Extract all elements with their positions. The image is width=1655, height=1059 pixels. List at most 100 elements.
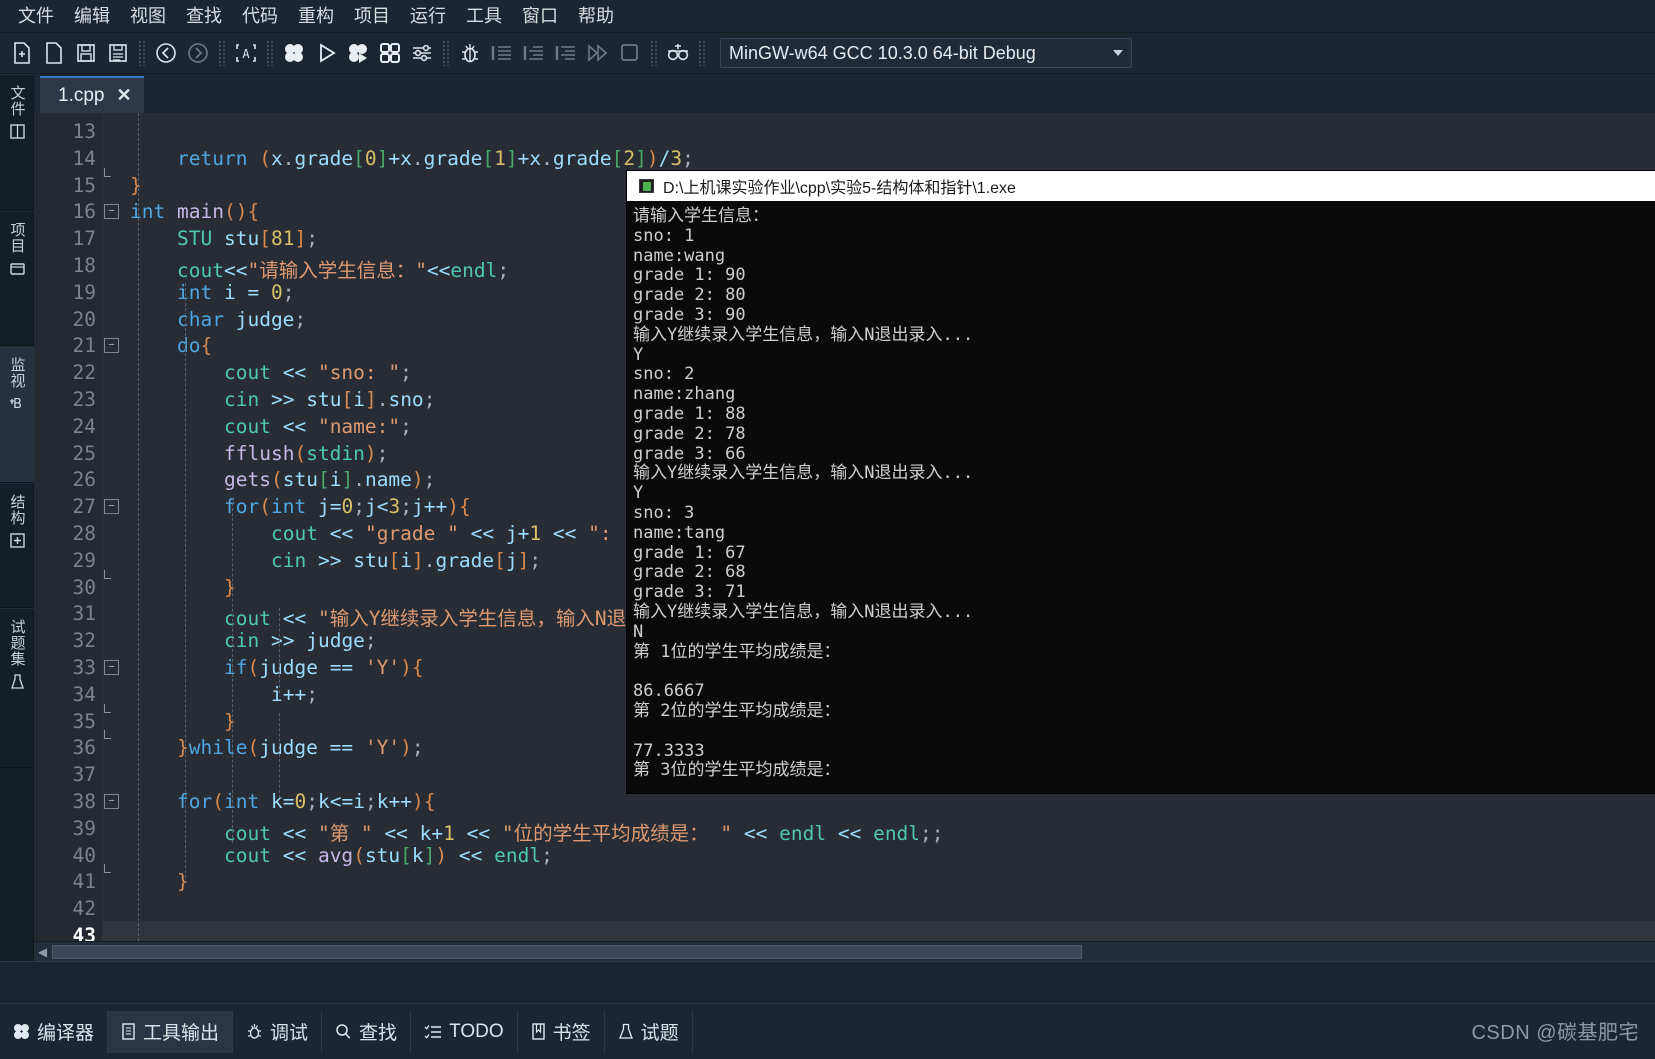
fold-collapse-icon[interactable]: − [104, 204, 119, 220]
fold-end-icon[interactable] [104, 730, 111, 740]
console-title-bar[interactable]: D:\上机课实验作业\cpp\实验5-结构体和指针\1.exe [627, 171, 1655, 201]
fold-collapse-icon[interactable]: − [104, 499, 119, 515]
menu-item-1[interactable]: 编辑 [66, 5, 118, 27]
bug-icon [246, 1023, 263, 1040]
bottom-tab-label: 工具输出 [143, 1023, 220, 1044]
fold-end-icon[interactable] [104, 864, 111, 874]
new-file-icon[interactable] [7, 38, 37, 68]
current-line-highlight [102, 921, 1655, 941]
bottom-tab-TODO[interactable]: TODO [411, 1010, 518, 1053]
fold-collapse-icon[interactable]: − [104, 794, 119, 809]
fold-end-icon[interactable] [104, 167, 111, 177]
bottom-tab-查找[interactable]: 查找 [322, 1010, 412, 1053]
menu-item-8[interactable]: 工具 [458, 5, 510, 27]
bottom-tab-书签[interactable]: 书签 [518, 1010, 605, 1053]
line-number: 35 [72, 709, 96, 733]
step-out-icon[interactable] [551, 38, 581, 68]
fold-end-icon[interactable] [104, 703, 111, 713]
bottom-tab-label: 试题 [640, 1023, 679, 1044]
bottom-tab-编译器[interactable]: 编译器 [0, 1010, 109, 1053]
checklist-icon [424, 1024, 442, 1040]
scrollbar-thumb[interactable] [52, 944, 1082, 959]
code-line: cout << "grade " << j+1 << ": "; [271, 522, 647, 545]
rebuild-icon[interactable] [375, 38, 405, 68]
code-line: STU stu[81]; [177, 227, 318, 251]
line-number: 43 [72, 924, 96, 941]
code-line: char judge; [177, 307, 307, 331]
bottom-tab-试题[interactable]: 试题 [605, 1010, 693, 1053]
compile-icon[interactable] [279, 38, 309, 68]
run-icon[interactable] [311, 38, 341, 68]
indent-guide [279, 608, 280, 693]
back-icon[interactable] [151, 38, 181, 68]
ide-window: 文件 编辑 视图 查找 代码 重构 项目 运行 工具 窗口 帮助 A MinGW… [0, 0, 1655, 1059]
menu-item-2[interactable]: 视图 [122, 5, 174, 27]
editor-horizontal-scrollbar[interactable]: ◀ [34, 941, 1655, 961]
glasses-icon[interactable] [663, 38, 693, 68]
sidebar-item-label: 文件 [8, 85, 26, 117]
menu-item-10[interactable]: 帮助 [570, 5, 622, 27]
sidebar-item-项目[interactable]: 项目 [0, 211, 34, 346]
forward-icon[interactable] [183, 38, 213, 68]
sidebar-item-label: 项目 [8, 222, 26, 254]
sidebar-item-文件[interactable]: 文件 [0, 74, 34, 211]
menu-item-3[interactable]: 查找 [178, 5, 230, 27]
sidebar-item-监视[interactable]: 监视 B [0, 346, 34, 483]
watch-panel-icon: B [9, 395, 26, 417]
line-number: 26 [72, 468, 96, 492]
options-icon[interactable] [407, 38, 437, 68]
code-line: int i = 0; [177, 280, 295, 304]
editor-tab-1cpp[interactable]: 1.cpp ✕ [40, 76, 144, 113]
save-all-icon[interactable] [103, 38, 133, 68]
format-code-icon[interactable]: A [231, 38, 261, 68]
indent-guide [185, 283, 186, 883]
menu-item-7[interactable]: 运行 [402, 5, 454, 27]
scroll-left-icon[interactable]: ◀ [34, 943, 51, 961]
bookmark-icon [531, 1023, 546, 1040]
fold-collapse-icon[interactable]: − [104, 660, 119, 675]
continue-icon[interactable] [583, 38, 613, 68]
menu-item-4[interactable]: 代码 [234, 5, 286, 27]
menu-item-0[interactable]: 文件 [10, 5, 62, 27]
step-over-icon[interactable] [487, 38, 517, 68]
bottom-tab-工具输出[interactable]: 工具输出 [108, 1010, 234, 1053]
menu-item-6[interactable]: 项目 [346, 5, 398, 27]
save-icon[interactable] [71, 38, 101, 68]
fold-end-icon[interactable] [104, 569, 111, 579]
bottom-panel-placeholder [0, 961, 1655, 1003]
close-icon[interactable]: ✕ [116, 85, 131, 106]
line-number: 31 [72, 602, 96, 626]
line-number: 17 [72, 227, 96, 251]
line-number: 27 [72, 495, 96, 519]
code-line: cout<<"请输入学生信息："<<endl; [177, 259, 510, 282]
menu-item-9[interactable]: 窗口 [514, 5, 566, 27]
toolbar-separator [650, 40, 658, 66]
sidebar-item-label: 结构 [8, 494, 26, 526]
code-line: } [130, 173, 142, 197]
line-number: 38 [72, 790, 96, 813]
compiler-set-dropdown[interactable]: MinGW-w64 GCC 10.3.0 64-bit Debug [720, 38, 1132, 68]
menu-item-5[interactable]: 重构 [290, 5, 342, 27]
debug-icon[interactable] [455, 38, 485, 68]
line-number: 15 [72, 173, 96, 197]
bottom-tab-调试[interactable]: 调试 [233, 1010, 323, 1053]
code-line: for(int k=0;k<=i;k++){ [177, 790, 436, 813]
stop-icon[interactable] [615, 38, 645, 68]
sidebar-item-结构[interactable]: 结构 [0, 483, 34, 608]
step-into-icon[interactable] [519, 38, 549, 68]
fold-collapse-icon[interactable]: − [104, 338, 119, 354]
line-number: 19 [72, 280, 96, 304]
line-number: 30 [72, 575, 96, 599]
code-line: if(judge == 'Y'){ [224, 656, 424, 679]
bottom-tab-label: 查找 [359, 1023, 398, 1044]
code-line: cout << "第 " << k+1 << "位的学生平均成绩是： " << … [224, 821, 944, 845]
main-toolbar: A MinGW-w64 GCC 10.3.0 64-bit Debug [0, 33, 1655, 74]
bottom-tab-label: 调试 [270, 1023, 309, 1044]
open-file-icon[interactable] [39, 38, 69, 68]
program-console-window[interactable]: D:\上机课实验作业\cpp\实验5-结构体和指针\1.exe 请输入学生信息：… [627, 171, 1655, 793]
compile-run-icon[interactable] [343, 38, 373, 68]
sidebar-item-试题集[interactable]: 试题集 [0, 608, 34, 768]
line-number: 28 [72, 522, 96, 545]
line-number: 13 [72, 120, 96, 143]
console-output: 请输入学生信息： sno: 1 name:wang grade 1: 90 gr… [633, 206, 974, 781]
